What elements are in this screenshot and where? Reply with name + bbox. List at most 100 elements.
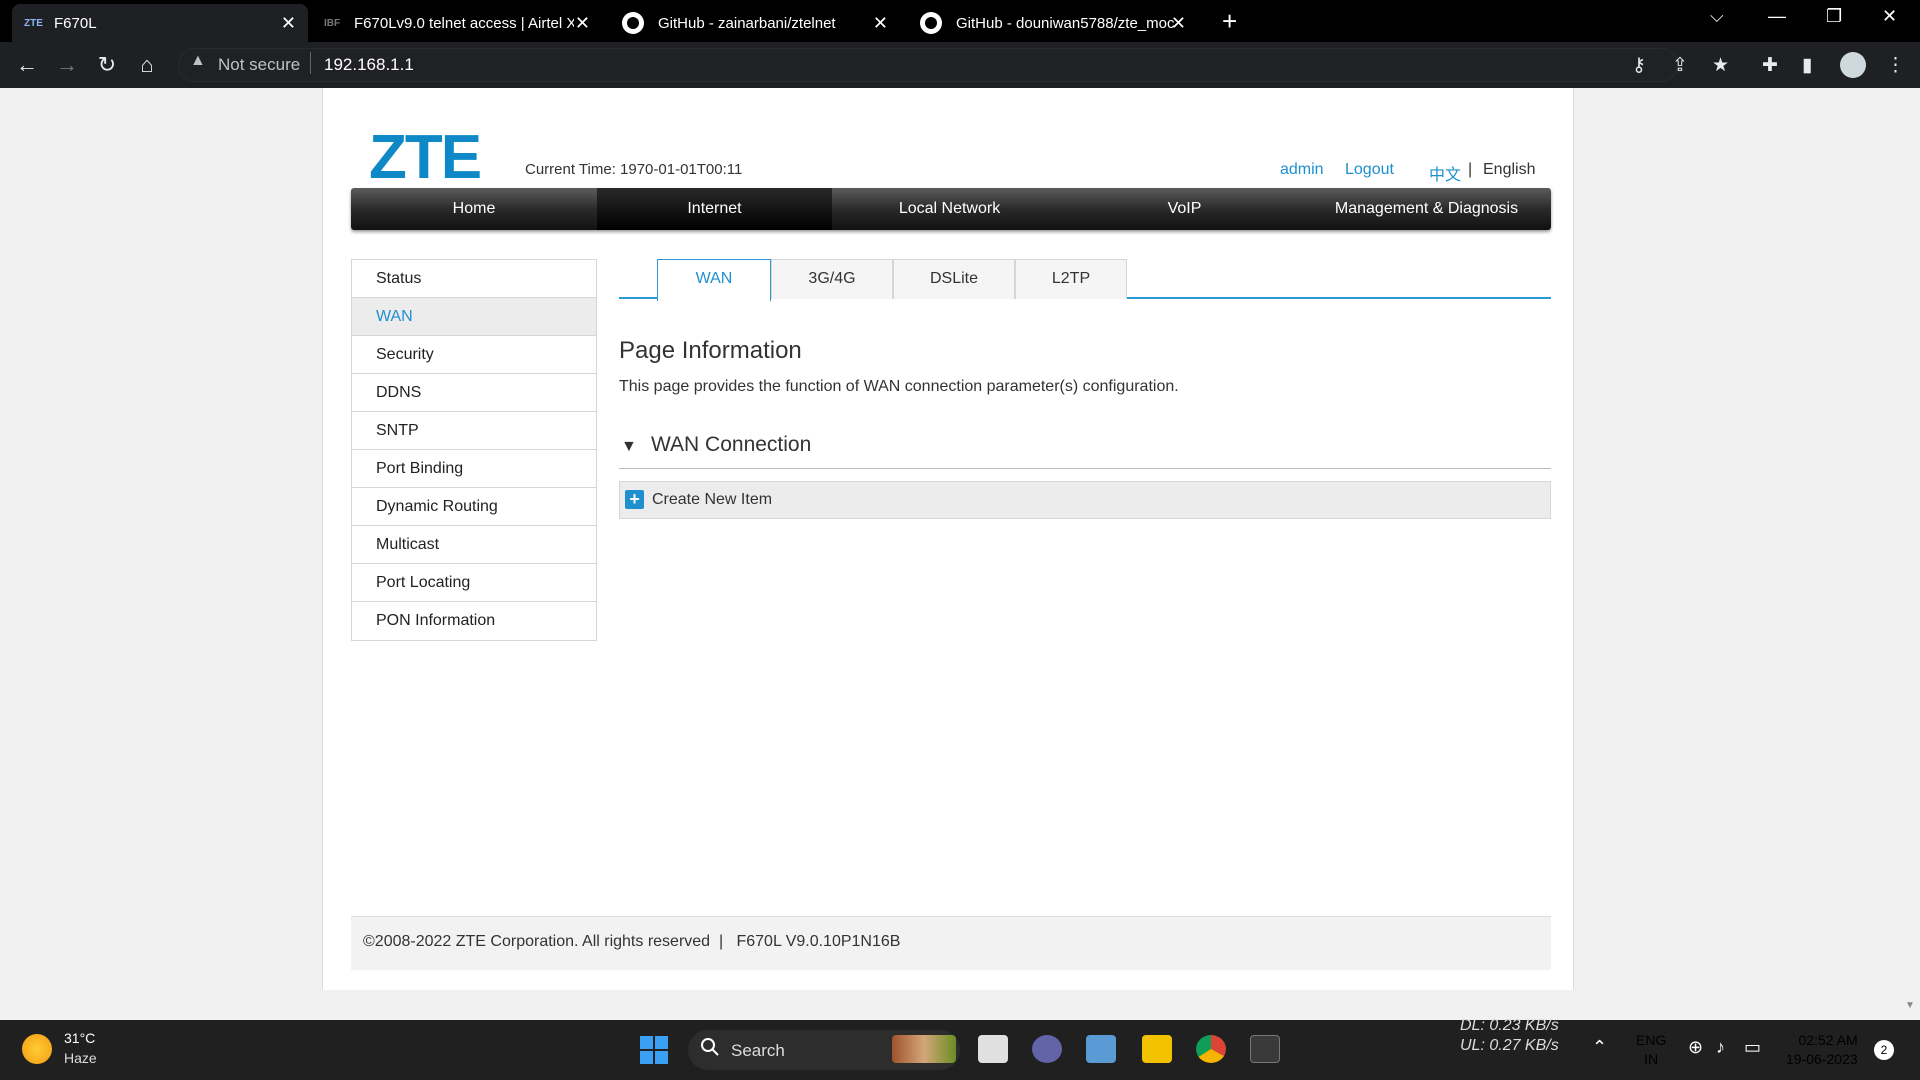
tab-title: GitHub - zainarbani/ztelnet xyxy=(658,14,836,32)
tab-airtel[interactable]: IBF F670Lv9.0 telnet access | Airtel Xs … xyxy=(312,4,602,42)
nav-voip[interactable]: VoIP xyxy=(1067,188,1302,230)
notification-badge[interactable]: 2 xyxy=(1874,1040,1894,1060)
volume-icon[interactable]: ♪ xyxy=(1716,1037,1725,1058)
sidebar-item-dynamic-routing[interactable]: Dynamic Routing xyxy=(352,488,596,526)
tray-overflow-chevron-icon[interactable]: ⌃ xyxy=(1592,1037,1607,1058)
tab-title: F670L xyxy=(54,14,97,32)
windows-start-icon[interactable] xyxy=(640,1036,668,1064)
region-code: IN xyxy=(1644,1051,1659,1067)
search-icon xyxy=(701,1038,719,1056)
search-highlight-icon[interactable] xyxy=(892,1035,956,1063)
close-icon[interactable]: ✕ xyxy=(575,13,590,34)
nav-internet[interactable]: Internet xyxy=(597,188,832,230)
new-tab-plus-icon[interactable]: + xyxy=(1222,6,1237,37)
wan-connection-section-header[interactable]: ▼ WAN Connection xyxy=(619,431,1551,469)
home-icon[interactable]: ⌂ xyxy=(134,52,160,78)
nav-local-network[interactable]: Local Network xyxy=(832,188,1067,230)
task-view-icon[interactable] xyxy=(978,1035,1008,1063)
sidebar-item-ddns[interactable]: DDNS xyxy=(352,374,596,412)
globe-network-icon[interactable]: ⊕ xyxy=(1688,1037,1703,1058)
weather-temperature[interactable]: 31°C xyxy=(64,1030,95,1046)
photos-icon[interactable] xyxy=(1086,1035,1116,1063)
page-footer: ©2008-2022 ZTE Corporation. All rights r… xyxy=(351,916,1551,970)
page-viewport: ZTE Current Time: 1970-01-01T00:11 admin… xyxy=(0,88,1920,1020)
copyright-text: ©2008-2022 ZTE Corporation. All rights r… xyxy=(363,933,900,951)
restore-icon[interactable]: ❐ xyxy=(1826,6,1842,27)
download-speed: DL: 0.23 KB/s xyxy=(1460,1017,1559,1034)
scrollbar-down-arrow-icon[interactable]: ▼ xyxy=(1905,1000,1915,1011)
sidebar-item-status[interactable]: Status xyxy=(352,260,596,298)
nav-management-diagnosis[interactable]: Management & Diagnosis xyxy=(1302,188,1551,230)
chrome-icon[interactable] xyxy=(1196,1035,1226,1063)
security-label[interactable]: Not secure xyxy=(218,55,300,75)
create-new-item-button[interactable]: + Create New Item xyxy=(619,481,1551,519)
tab-dslite[interactable]: DSLite xyxy=(893,259,1015,299)
sidebar-item-pon-information[interactable]: PON Information xyxy=(352,602,596,640)
main-nav: Home Internet Local Network VoIP Managem… xyxy=(351,188,1551,230)
lang-english-link[interactable]: English xyxy=(1483,161,1535,179)
lang-chinese-link[interactable]: 中文 xyxy=(1429,161,1461,185)
input-language[interactable]: ENG IN xyxy=(1636,1031,1666,1069)
lang-separator: | xyxy=(1468,161,1473,178)
warning-triangle-icon[interactable]: ▲ xyxy=(190,52,206,70)
key-icon[interactable]: ⚷ xyxy=(1632,54,1646,77)
kebab-menu-icon[interactable]: ⋮ xyxy=(1886,54,1905,77)
tab-l2tp[interactable]: L2TP xyxy=(1015,259,1127,299)
tab-search-chevron-icon[interactable]: ⌵ xyxy=(1710,6,1724,27)
tab-f670l[interactable]: ZTE F670L ✕ xyxy=(12,4,308,42)
tab-github-zte-moc[interactable]: GitHub - douniwan5788/zte_moc ✕ xyxy=(908,4,1198,42)
chat-icon[interactable] xyxy=(1032,1035,1062,1063)
language-code: ENG xyxy=(1636,1032,1667,1048)
forward-arrow-icon[interactable]: → xyxy=(54,52,80,78)
taskbar-search-label[interactable]: Search xyxy=(731,1041,785,1061)
battery-icon[interactable]: ▭ xyxy=(1744,1037,1761,1058)
sidebar-item-port-locating[interactable]: Port Locating xyxy=(352,564,596,602)
close-icon[interactable]: ✕ xyxy=(1171,13,1186,34)
omnibox-divider xyxy=(310,52,311,74)
github-icon xyxy=(622,12,644,34)
back-arrow-icon[interactable]: ← xyxy=(14,52,40,78)
zte-logo: ZTE xyxy=(369,123,482,192)
bookmark-star-icon[interactable]: ★ xyxy=(1712,54,1729,77)
windows-taskbar: 31°C Haze xyxy=(0,1020,1920,1080)
system-clock[interactable]: 02:52 AM 19-06-2023 xyxy=(1786,1031,1858,1069)
page-description: This page provides the function of WAN c… xyxy=(619,378,1179,395)
url-text[interactable]: 192.168.1.1 xyxy=(324,55,414,75)
side-nav: Status WAN Security DDNS SNTP Port Bindi… xyxy=(351,259,597,641)
side-panel-icon[interactable]: ▮ xyxy=(1802,54,1812,77)
weather-haze-icon[interactable] xyxy=(22,1034,52,1064)
close-icon[interactable]: ✕ xyxy=(873,13,888,34)
logout-link[interactable]: Logout xyxy=(1345,161,1394,179)
tab-github-ztelnet[interactable]: GitHub - zainarbani/ztelnet ✕ xyxy=(610,4,900,42)
page-title: Page Information xyxy=(619,337,802,364)
terminal-icon[interactable] xyxy=(1250,1035,1280,1063)
sidebar-item-multicast[interactable]: Multicast xyxy=(352,526,596,564)
firmware-version: F670L V9.0.10P1N16B xyxy=(736,933,901,950)
collapse-triangle-icon[interactable]: ▼ xyxy=(621,438,637,456)
profile-avatar[interactable] xyxy=(1840,52,1866,78)
clock-date: 19-06-2023 xyxy=(1786,1051,1858,1067)
zte-favicon-icon: ZTE xyxy=(24,17,43,29)
sidebar-item-wan[interactable]: WAN xyxy=(352,298,596,336)
sidebar-item-port-binding[interactable]: Port Binding xyxy=(352,450,596,488)
window-close-icon[interactable]: ✕ xyxy=(1882,6,1897,27)
clock-time: 02:52 AM xyxy=(1798,1032,1858,1048)
user-link[interactable]: admin xyxy=(1280,161,1324,179)
tab-wan[interactable]: WAN xyxy=(657,259,771,301)
ibf-favicon-icon: IBF xyxy=(324,17,341,29)
github-icon xyxy=(920,12,942,34)
close-icon[interactable]: ✕ xyxy=(281,13,296,34)
file-explorer-icon[interactable] xyxy=(1142,1035,1172,1063)
sidebar-item-sntp[interactable]: SNTP xyxy=(352,412,596,450)
sidebar-item-security[interactable]: Security xyxy=(352,336,596,374)
reload-icon[interactable]: ↻ xyxy=(94,52,120,78)
extensions-puzzle-icon[interactable]: ✚ xyxy=(1762,54,1778,77)
nav-home[interactable]: Home xyxy=(351,188,597,230)
browser-tab-bar: ZTE F670L ✕ IBF F670Lv9.0 telnet access … xyxy=(0,0,1920,42)
tab-3g-4g[interactable]: 3G/4G xyxy=(771,259,893,299)
minimize-icon[interactable]: — xyxy=(1768,6,1786,27)
upload-speed: UL: 0.27 KB/s xyxy=(1460,1037,1559,1054)
share-icon[interactable]: ⇪ xyxy=(1672,54,1688,77)
weather-condition[interactable]: Haze xyxy=(64,1050,97,1066)
copyright-label: ©2008-2022 ZTE Corporation. All rights r… xyxy=(363,933,724,950)
